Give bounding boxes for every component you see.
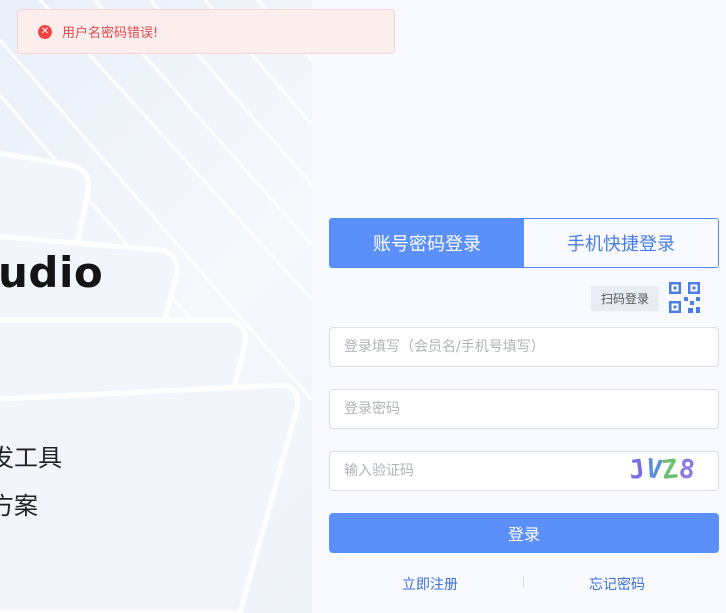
login-tabs: 账号密码登录 手机快捷登录 xyxy=(329,218,719,268)
error-message: 用户名密码错误! xyxy=(62,26,159,41)
brand-title: udio xyxy=(0,248,104,297)
qr-login-label[interactable]: 扫码登录 xyxy=(591,286,659,311)
captcha-image[interactable]: JVZ8 xyxy=(627,453,715,487)
error-toast: ✕ 用户名密码错误! xyxy=(17,9,395,54)
qr-code-icon[interactable] xyxy=(668,281,701,314)
register-link[interactable]: 立即注册 xyxy=(402,574,458,594)
tab-phone-login[interactable]: 手机快捷登录 xyxy=(524,219,718,267)
brand-line-2: 方案 xyxy=(0,492,38,520)
error-circle-icon: ✕ xyxy=(38,24,52,39)
decorative-card-stack xyxy=(0,0,312,613)
login-button[interactable]: 登录 xyxy=(329,513,719,553)
brand-line-1: 发工具 xyxy=(0,444,62,472)
tab-account-login[interactable]: 账号密码登录 xyxy=(330,219,524,267)
username-input[interactable] xyxy=(329,327,719,367)
forgot-password-link[interactable]: 忘记密码 xyxy=(589,574,645,594)
captcha-char: 8 xyxy=(676,453,698,487)
link-divider xyxy=(523,576,524,588)
brand-panel: udio 发工具 方案 t xyxy=(0,0,312,613)
password-input[interactable] xyxy=(329,389,719,429)
